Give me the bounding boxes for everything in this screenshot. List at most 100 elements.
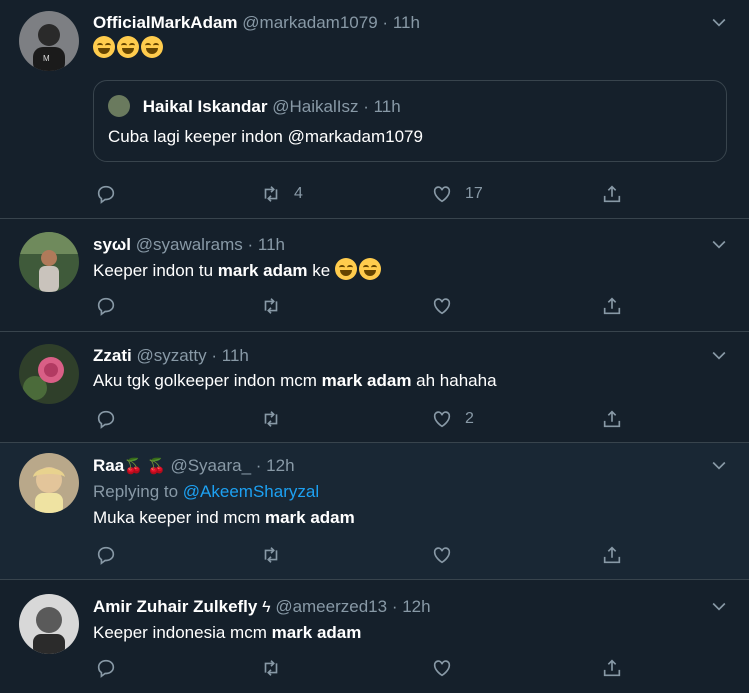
share-icon [603, 546, 621, 564]
lightning-emoji: ϟ [262, 599, 271, 616]
tweet-header: syωl @syawalrams · 11h [93, 234, 729, 256]
tweet-text: Keeper indonesia mcm mark adam [93, 621, 729, 645]
reply-button[interactable] [95, 294, 117, 318]
retweet-icon [264, 186, 278, 202]
avatar[interactable] [19, 344, 79, 404]
quoted-tweet[interactable]: Haikal Iskandar @HaikalIsz · 11h Cuba la… [93, 80, 727, 162]
timestamp[interactable]: 12h [402, 597, 430, 616]
display-name[interactable]: Raa [93, 456, 124, 475]
like-button[interactable] [431, 656, 465, 680]
tweet-text: Keeper indon tu mark adam ke [93, 258, 729, 283]
tweet-text: Muka keeper ind mcm mark adam [93, 506, 729, 530]
tweet-header: Zzati @syzatty · 11h [93, 345, 729, 367]
cherries-emoji: 🍒 🍒 [124, 458, 166, 475]
timestamp[interactable]: 12h [266, 456, 294, 475]
text-highlight: mark adam [271, 623, 362, 642]
share-button[interactable] [601, 182, 623, 206]
share-button[interactable] [601, 407, 623, 431]
avatar[interactable] [19, 594, 79, 654]
like-icon [433, 660, 451, 677]
separator: · [211, 346, 218, 365]
like-count: 17 [465, 185, 483, 202]
reply-icon [97, 659, 115, 678]
reply-button[interactable] [95, 543, 117, 567]
reply-button[interactable] [95, 182, 117, 206]
replying-label: Replying to [93, 482, 179, 501]
display-name[interactable]: syωl [93, 235, 131, 254]
tears-of-joy-emoji [334, 258, 357, 280]
caret-down-icon[interactable] [709, 345, 729, 365]
quote-timestamp: 11h [373, 97, 401, 116]
tweet[interactable]: Raa🍒 🍒 @Syaara_ · 12h Replying to @Akeem… [0, 443, 749, 580]
retweet-button[interactable] [260, 656, 294, 680]
handle[interactable]: @syzatty [136, 346, 206, 365]
quote-display-name: Haikal Iskandar [142, 97, 268, 116]
caret-down-icon[interactable] [709, 12, 729, 32]
timestamp[interactable]: 11h [222, 346, 249, 365]
replying-to-link[interactable]: @AkeemSharyzal [183, 482, 319, 501]
text-segment: Keeper indon tu [93, 261, 218, 280]
retweet-button[interactable] [260, 407, 294, 431]
like-button[interactable] [431, 543, 465, 567]
like-button[interactable]: 2 [431, 407, 474, 431]
tweet-header: Raa🍒 🍒 @Syaara_ · 12h [93, 455, 729, 478]
reply-button[interactable] [95, 656, 117, 680]
retweet-count: 4 [294, 185, 303, 202]
like-button[interactable] [431, 294, 465, 318]
avatar[interactable]: M [19, 11, 79, 71]
display-name[interactable]: Zzati [93, 346, 132, 365]
timestamp[interactable]: 11h [393, 13, 420, 32]
caret-down-icon[interactable] [709, 234, 729, 254]
action-bar [93, 294, 729, 318]
caret-down-icon[interactable] [709, 455, 729, 475]
handle[interactable]: @ameerzed13 [275, 597, 387, 616]
tweet[interactable]: M OfficialMarkAdam @markadam1079 · 11h H… [0, 0, 749, 219]
reply-button[interactable] [95, 407, 117, 431]
tears-of-joy-emoji [358, 258, 381, 280]
tweet-header: OfficialMarkAdam @markadam1079 · 11h [93, 12, 729, 34]
retweet-button[interactable] [260, 543, 294, 567]
text-segment: Muka keeper ind mcm [93, 508, 265, 527]
tears-of-joy-emoji [141, 36, 163, 58]
retweet-icon [264, 411, 278, 427]
action-bar [93, 543, 729, 567]
handle[interactable]: @syawalrams [136, 235, 243, 254]
share-button[interactable] [601, 294, 623, 318]
text-highlight: mark adam [321, 371, 412, 390]
like-count: 2 [465, 410, 474, 427]
share-button[interactable] [601, 543, 623, 567]
text-highlight: mark adam [217, 261, 308, 280]
action-bar [93, 656, 729, 680]
timestamp[interactable]: 11h [258, 235, 285, 254]
display-name[interactable]: Amir Zuhair Zulkefly [93, 597, 257, 616]
caret-down-icon[interactable] [709, 596, 729, 616]
replying-to: Replying to @AkeemSharyzal [93, 480, 729, 504]
timeline: M OfficialMarkAdam @markadam1079 · 11h H… [0, 0, 749, 693]
separator: · [247, 235, 254, 254]
reply-icon [97, 546, 115, 565]
handle[interactable]: @Syaara_ [170, 456, 251, 475]
share-icon [603, 185, 621, 203]
retweet-icon [264, 660, 278, 676]
display-name[interactable]: OfficialMarkAdam [93, 13, 238, 32]
retweet-button[interactable]: 4 [260, 182, 303, 206]
tweet[interactable]: Amir Zuhair Zulkefly ϟ @ameerzed13 · 12h… [0, 580, 749, 693]
retweet-button[interactable] [260, 294, 294, 318]
avatar[interactable] [19, 453, 79, 513]
quote-header: Haikal Iskandar @HaikalIsz · 11h [108, 95, 401, 117]
tweet-text: Aku tgk golkeeper indon mcm mark adam ah… [93, 369, 729, 393]
retweet-icon [264, 298, 278, 314]
tweet[interactable]: Zzati @syzatty · 11h Aku tgk golkeeper i… [0, 332, 749, 443]
reply-icon [97, 297, 115, 316]
avatar[interactable] [19, 232, 79, 292]
quote-handle: @HaikalIsz [272, 97, 359, 116]
text-segment: ke [307, 261, 335, 280]
quote-text: Cuba lagi keeper indon @markadam1079 [108, 127, 423, 146]
text-highlight: mark adam [264, 508, 355, 527]
separator: · [363, 97, 369, 116]
share-button[interactable] [601, 656, 623, 680]
handle[interactable]: @markadam1079 [242, 13, 377, 32]
like-icon [433, 186, 451, 203]
tweet[interactable]: syωl @syawalrams · 11h Keeper indon tu m… [0, 219, 749, 332]
like-button[interactable]: 17 [431, 182, 483, 206]
